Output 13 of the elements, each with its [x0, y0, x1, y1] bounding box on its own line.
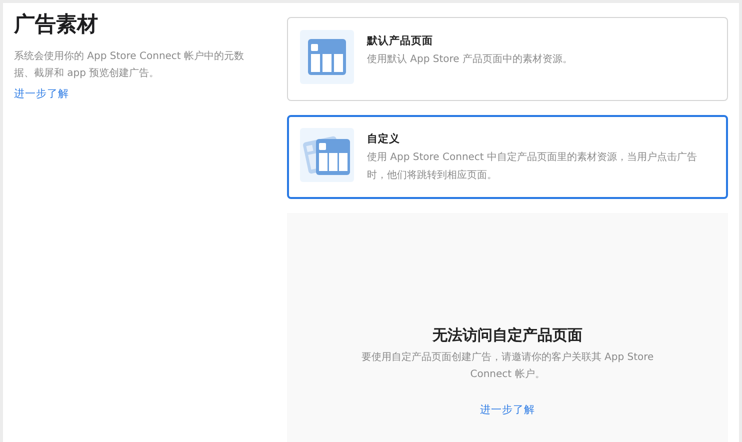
option-card[interactable]: 自定义 使用 App Store Connect 中自定产品页面里的素材资源，当用户点击广告时，他们将跳转到相应页面。 [287, 115, 728, 199]
learn-more-link[interactable]: 进一步了解 [480, 403, 535, 417]
option-description: 使用默认 App Store 产品页面中的素材资源。 [367, 52, 573, 67]
empty-state-title: 无法访问自定产品页面 [432, 326, 582, 345]
learn-more-link[interactable]: 进一步了解 [14, 87, 69, 101]
description-text: 系统会使用你的 App Store Connect 帐户中的元数据、截屏和 app 预览创建广告。 [14, 50, 246, 81]
option-card[interactable]: 默认产品页面 使用默认 App Store 产品页面中的素材资源。 [287, 17, 728, 101]
page-title: 广告素材 [14, 11, 99, 38]
layout-icon [308, 39, 346, 75]
option-title: 默认产品页面 [367, 34, 434, 48]
option-description: 使用 App Store Connect 中自定产品页面里的素材资源，当用户点击广告时，他们将跳转到相应页面。 [367, 150, 698, 183]
empty-state-description: 要使用自定产品页面创建广告，请邀请你的客户关联其 App Store Connect 帐户。 [360, 350, 655, 382]
option-title: 自定义 [367, 132, 401, 146]
